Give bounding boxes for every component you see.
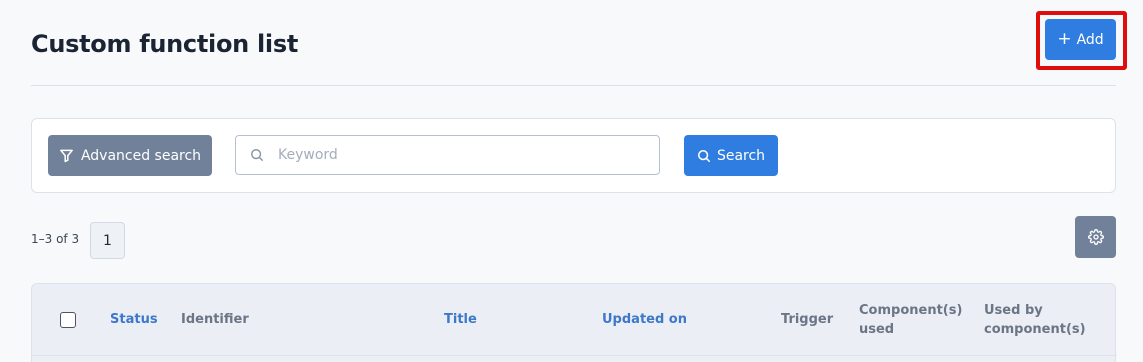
- column-header-used-by-components: Used by component(s): [984, 303, 1086, 337]
- column-header-trigger: Trigger: [781, 312, 834, 327]
- search-icon: [250, 148, 264, 162]
- column-header-updated-on[interactable]: Updated on: [602, 310, 687, 329]
- header-divider: [31, 85, 1116, 86]
- add-button-label: Add: [1076, 31, 1104, 48]
- advanced-search-label: Advanced search: [80, 147, 202, 164]
- gear-icon: [1087, 229, 1104, 245]
- select-all-checkbox[interactable]: [60, 312, 76, 328]
- column-header-status[interactable]: Status: [110, 310, 158, 329]
- search-button-label: Search: [716, 147, 766, 164]
- plus-icon: +: [1057, 29, 1072, 49]
- header-row-divider: [32, 355, 1117, 356]
- column-header-identifier: Identifier: [181, 312, 249, 327]
- column-header-title[interactable]: Title: [444, 310, 477, 329]
- advanced-search-button[interactable]: Advanced search: [48, 135, 212, 176]
- keyword-field[interactable]: [235, 135, 660, 175]
- search-button[interactable]: Search: [684, 135, 778, 176]
- page-title: Custom function list: [31, 30, 298, 58]
- column-header-components-used: Component(s) used: [859, 303, 963, 337]
- table-header: Status Identifier Title Updated on Trigg…: [31, 283, 1117, 362]
- keyword-input[interactable]: [276, 146, 640, 164]
- search-panel: Advanced search Search: [31, 118, 1116, 193]
- page-button-1[interactable]: 1: [90, 222, 125, 259]
- pagination-range: 1–3 of 3: [31, 232, 80, 246]
- search-icon: [697, 149, 711, 163]
- filter-icon: [59, 148, 74, 163]
- add-button[interactable]: + Add: [1045, 19, 1116, 60]
- column-settings-button[interactable]: [1075, 216, 1116, 258]
